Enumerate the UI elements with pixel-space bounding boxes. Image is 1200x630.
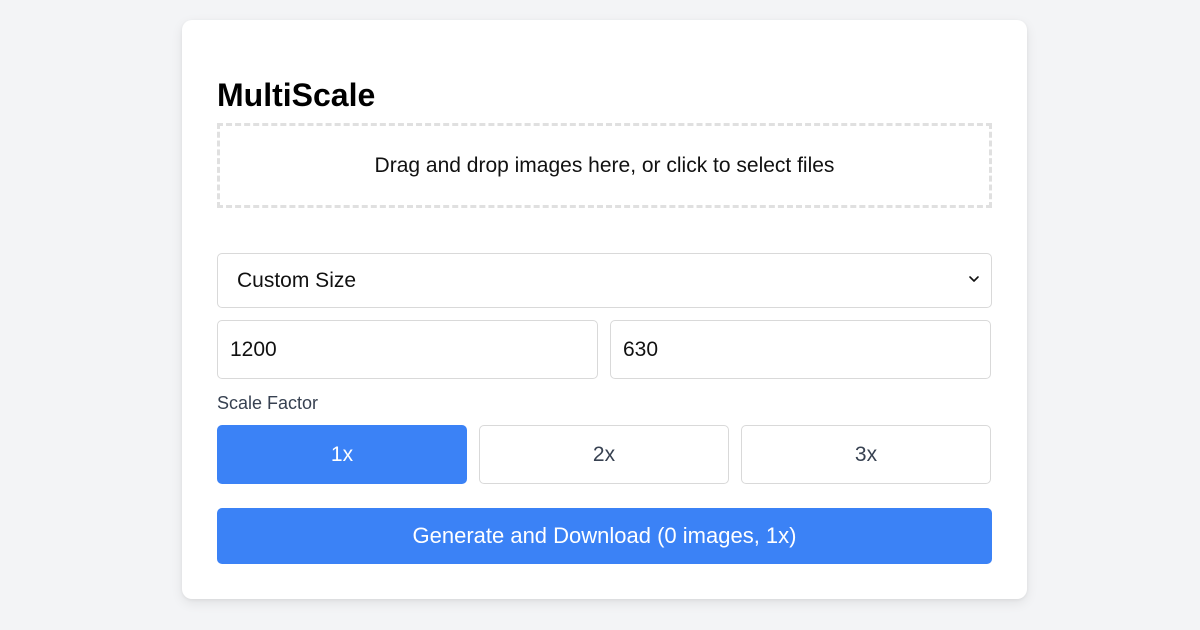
size-preset-value: Custom Size bbox=[237, 268, 357, 292]
chevron-down-icon bbox=[969, 276, 979, 282]
scale-factor-label: Scale Factor bbox=[217, 393, 319, 413]
file-dropzone[interactable]: Drag and drop images here, or click to s… bbox=[217, 123, 992, 208]
height-input[interactable]: 630 bbox=[610, 320, 991, 379]
app-title: MultiScale bbox=[217, 77, 376, 113]
width-value: 1200 bbox=[230, 337, 277, 361]
height-value: 630 bbox=[623, 337, 659, 361]
size-preset-select[interactable]: Custom Size bbox=[217, 253, 992, 308]
scale-2x-button[interactable]: 2x bbox=[479, 425, 729, 484]
dropzone-text: Drag and drop images here, or click to s… bbox=[374, 153, 835, 177]
scale-1x-button[interactable]: 1x bbox=[217, 425, 467, 484]
main-card: MultiScale Drag and drop images here, or… bbox=[182, 20, 1027, 599]
scale-3x-button[interactable]: 3x bbox=[741, 425, 991, 484]
generate-download-button[interactable]: Generate and Download (0 images, 1x) bbox=[217, 508, 992, 564]
width-input[interactable]: 1200 bbox=[217, 320, 598, 379]
